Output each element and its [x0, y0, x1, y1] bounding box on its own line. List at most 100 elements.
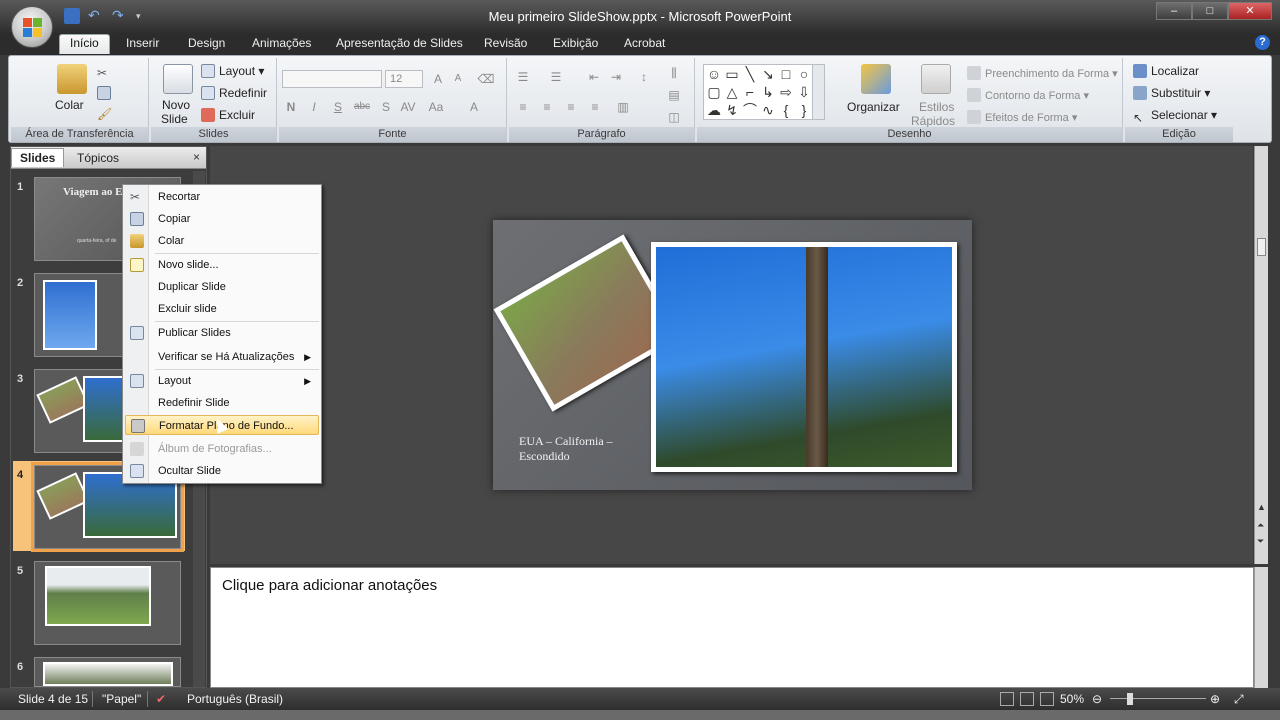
- change-case-button[interactable]: Aa: [427, 98, 445, 116]
- oval-shape-icon[interactable]: ○: [796, 66, 812, 82]
- down-arrow-shape-icon[interactable]: ⇩: [796, 84, 812, 100]
- tab-acrobat[interactable]: Acrobat: [624, 36, 665, 50]
- zoom-in-icon[interactable]: ⊕: [1210, 692, 1220, 706]
- slide-thumbnail-6[interactable]: [34, 657, 181, 687]
- menu-item-check-updates[interactable]: Verificar se Há Atualizações ▶: [125, 347, 319, 367]
- font-color-button[interactable]: A: [465, 98, 483, 116]
- line-shape-icon[interactable]: ╲: [742, 66, 758, 82]
- find-button[interactable]: Localizar: [1133, 64, 1199, 78]
- shadow-button[interactable]: S: [377, 98, 395, 116]
- layout-button[interactable]: Layout ▾: [201, 64, 264, 78]
- shape-outline-button[interactable]: Contorno da Forma ▾: [967, 88, 1089, 102]
- grow-font-button[interactable]: A: [429, 70, 447, 88]
- shrink-font-button[interactable]: A: [449, 70, 467, 88]
- notes-placeholder[interactable]: Clique para adicionar anotações: [222, 577, 437, 594]
- freeform-shape-icon[interactable]: ☁: [706, 102, 722, 118]
- bullets-icon[interactable]: ☰: [514, 68, 532, 86]
- numbering-icon[interactable]: ☰: [547, 68, 565, 86]
- zoom-level[interactable]: 50%: [1060, 692, 1084, 706]
- maximize-button[interactable]: □: [1192, 2, 1228, 20]
- menu-item-delete-slide[interactable]: Excluir slide: [125, 299, 319, 319]
- scribble-shape-icon[interactable]: ∿: [760, 102, 776, 118]
- tab-outline[interactable]: Tópicos: [69, 149, 127, 167]
- font-name-field[interactable]: [282, 70, 382, 88]
- menu-item-new-slide[interactable]: Novo slide...: [125, 255, 319, 275]
- text-direction-icon[interactable]: ⫼: [665, 64, 683, 82]
- align-text-icon[interactable]: ▤: [665, 86, 683, 104]
- italic-button[interactable]: I: [305, 98, 323, 116]
- replace-button[interactable]: Substituir ▾: [1133, 86, 1210, 100]
- shape-effects-button[interactable]: Efeitos de Forma ▾: [967, 110, 1077, 124]
- increase-indent-icon[interactable]: ⇥: [607, 68, 625, 86]
- minimize-button[interactable]: –: [1156, 2, 1192, 20]
- lightning-shape-icon[interactable]: ↯: [724, 102, 740, 118]
- notes-scrollbar[interactable]: [1254, 567, 1268, 688]
- scroll-up-icon[interactable]: ▲: [1257, 502, 1266, 512]
- right-brace-shape-icon[interactable]: }: [796, 102, 812, 118]
- zoom-slider[interactable]: [1110, 698, 1206, 699]
- next-slide-icon[interactable]: ⏷: [1257, 536, 1264, 547]
- shapes-gallery[interactable]: ☺ ▭ ╲ ↘ □ ○ ▢ △ ⌐ ↳ ⇨ ⇩ ☁ ↯ ⌒ ∿ { }: [703, 64, 825, 120]
- tab-revisao[interactable]: Revisão: [484, 36, 527, 50]
- menu-item-copy[interactable]: Copiar: [125, 209, 319, 229]
- close-button[interactable]: ✕: [1228, 2, 1272, 20]
- tab-inserir[interactable]: Inserir: [126, 36, 159, 50]
- tab-animacoes[interactable]: Animações: [252, 36, 311, 50]
- help-icon[interactable]: ?: [1255, 35, 1270, 50]
- reset-button[interactable]: Redefinir: [201, 86, 267, 100]
- tab-slides[interactable]: Slides: [11, 148, 65, 167]
- slide-thumbnail-5[interactable]: [34, 561, 181, 645]
- slide-sorter-icon[interactable]: [1020, 692, 1034, 706]
- decrease-indent-icon[interactable]: ⇤: [585, 68, 603, 86]
- underline-button[interactable]: S: [329, 98, 347, 116]
- new-slide-button[interactable]: Novo: [162, 98, 190, 112]
- align-center-icon[interactable]: ≡: [538, 98, 556, 116]
- fit-to-window-icon[interactable]: ⤢: [1234, 692, 1244, 707]
- paste-button[interactable]: Colar: [55, 98, 84, 112]
- office-button[interactable]: [11, 6, 53, 48]
- slide-show-icon[interactable]: [1040, 692, 1054, 706]
- cut-icon[interactable]: ✂: [97, 66, 107, 80]
- current-slide[interactable]: EUA – California – Escondido: [493, 220, 972, 490]
- organize-button[interactable]: Organizar: [847, 100, 900, 114]
- tab-exibicao[interactable]: Exibição: [553, 36, 598, 50]
- quick-styles-button-2[interactable]: Rápidos: [911, 114, 955, 128]
- notes-pane[interactable]: Clique para adicionar anotações: [210, 567, 1254, 688]
- elbow-arrow-shape-icon[interactable]: ↳: [760, 84, 776, 100]
- shapes-scroll[interactable]: [812, 65, 824, 119]
- menu-item-paste[interactable]: Colar: [125, 231, 319, 251]
- font-size-field[interactable]: 12: [385, 70, 423, 88]
- elbow-shape-icon[interactable]: ⌐: [742, 84, 758, 100]
- tab-design[interactable]: Design: [188, 36, 225, 50]
- menu-item-publish-slides[interactable]: Publicar Slides: [125, 323, 319, 343]
- clear-format-icon[interactable]: ⌫: [477, 70, 495, 88]
- select-button[interactable]: ↖ Selecionar ▾: [1133, 108, 1217, 125]
- smartart-icon[interactable]: ◫: [665, 108, 683, 126]
- columns-icon[interactable]: ▥: [614, 98, 632, 116]
- rounded-rect-shape-icon[interactable]: ▢: [706, 84, 722, 100]
- menu-item-layout[interactable]: Layout ▶: [125, 371, 319, 391]
- strikethrough-button[interactable]: abc: [353, 98, 371, 116]
- copy-icon[interactable]: [97, 86, 115, 100]
- spelling-icon[interactable]: ✔: [156, 692, 166, 706]
- shape-fill-button[interactable]: Preenchimento da Forma ▾: [967, 66, 1118, 80]
- line-spacing-icon[interactable]: ↕: [635, 68, 653, 86]
- slide-caption[interactable]: EUA – California – Escondido: [519, 434, 613, 464]
- language[interactable]: Português (Brasil): [187, 692, 283, 706]
- menu-item-photo-album[interactable]: Álbum de Fotografias...: [125, 439, 319, 459]
- menu-item-duplicate-slide[interactable]: Duplicar Slide: [125, 277, 319, 297]
- bold-button[interactable]: N: [282, 98, 300, 116]
- organize-icon[interactable]: [861, 64, 891, 94]
- right-arrow-shape-icon[interactable]: ⇨: [778, 84, 794, 100]
- scroll-thumb[interactable]: [1257, 238, 1266, 256]
- slide-photo-palms[interactable]: [651, 242, 957, 472]
- rectangle-shape-icon[interactable]: □: [778, 66, 794, 82]
- textbox-shape-icon[interactable]: ▭: [724, 66, 740, 82]
- delete-button[interactable]: Excluir: [201, 108, 255, 122]
- char-spacing-button[interactable]: AV: [399, 98, 417, 116]
- normal-view-icon[interactable]: [1000, 692, 1014, 706]
- arrow-line-shape-icon[interactable]: ↘: [760, 66, 776, 82]
- zoom-slider-thumb[interactable]: [1127, 693, 1133, 705]
- tab-inicio[interactable]: Início: [59, 34, 110, 54]
- paste-icon[interactable]: [57, 64, 87, 94]
